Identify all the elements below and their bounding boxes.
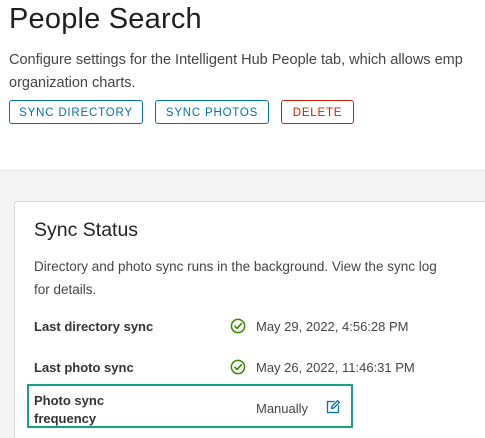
photo-sync-frequency-label-line-2: frequency — [34, 411, 97, 426]
sync-status-title: Sync Status — [34, 219, 139, 241]
page-title: People Search — [9, 3, 202, 35]
photo-sync-frequency-value: Manually — [256, 401, 309, 416]
edit-icon[interactable] — [325, 399, 341, 415]
check-circle-icon — [230, 359, 246, 375]
last-directory-sync-value: May 29, 2022, 4:56:28 PM — [256, 319, 409, 334]
sync-status-description-line-1: Directory and photo sync runs in the bac… — [34, 259, 437, 274]
sync-status-description-line-2: for details. — [34, 282, 97, 297]
people-search-page: People Search Configure settings for the… — [0, 0, 485, 438]
sync-photos-button[interactable]: SYNC PHOTOS — [155, 100, 269, 124]
page-description: Configure settings for the Intelligent H… — [9, 49, 485, 95]
last-photo-sync-value: May 26, 2022, 11:46:31 PM — [256, 360, 415, 375]
check-circle-icon — [230, 318, 246, 334]
last-photo-sync-label: Last photo sync — [34, 360, 134, 375]
sync-status-description: Directory and photo sync runs in the bac… — [34, 255, 485, 301]
photo-sync-frequency-label-line-1: Photo sync — [34, 393, 105, 408]
last-directory-sync-label: Last directory sync — [34, 319, 154, 334]
photo-sync-frequency-label: Photo sync frequency — [34, 392, 104, 428]
delete-button[interactable]: DELETE — [281, 100, 354, 124]
sync-directory-button[interactable]: SYNC DIRECTORY — [9, 100, 143, 124]
page-description-line-1: Configure settings for the Intelligent H… — [9, 52, 463, 68]
page-description-line-2: organization charts. — [9, 75, 136, 91]
